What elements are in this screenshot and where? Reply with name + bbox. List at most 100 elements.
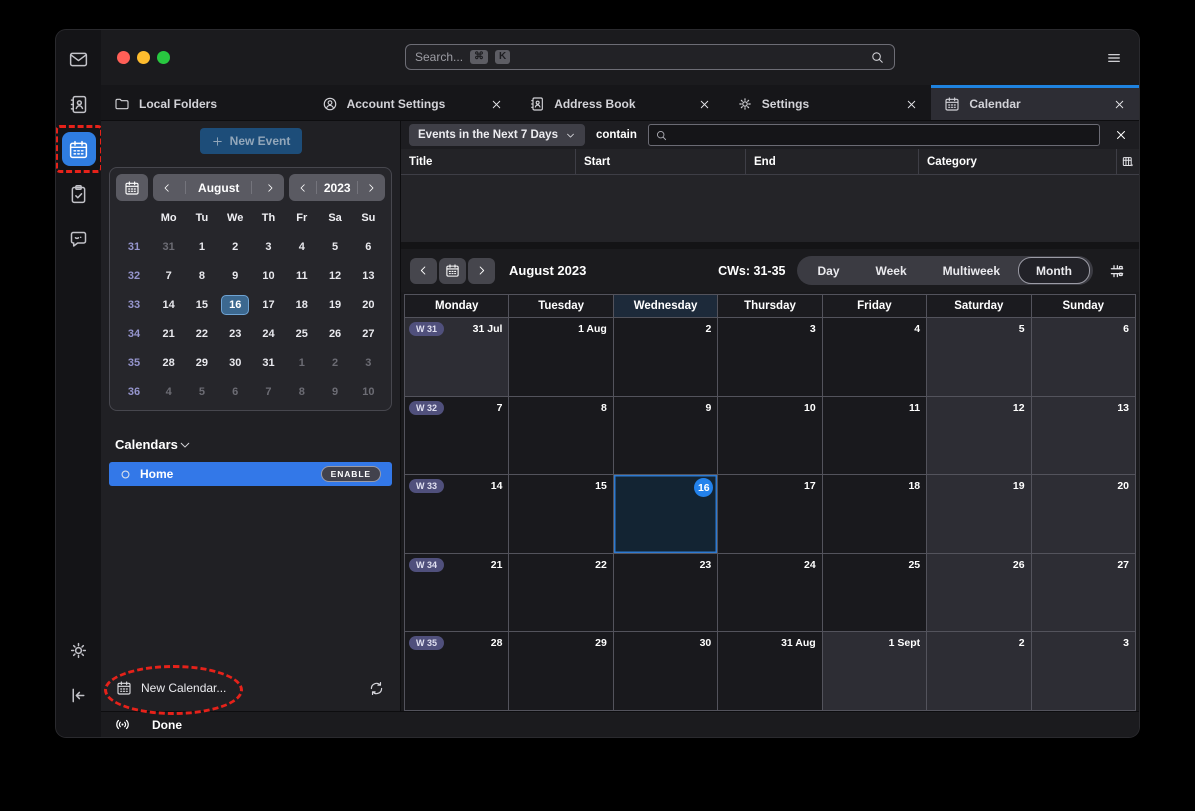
mini-cal-selected-day[interactable]: 16 <box>221 295 249 315</box>
mini-cal-day[interactable]: 27 <box>352 319 385 348</box>
month-cell[interactable]: 9 <box>614 397 717 475</box>
mini-cal-day[interactable]: 4 <box>285 232 318 261</box>
mini-cal-day[interactable]: 10 <box>252 261 285 290</box>
space-button-mail[interactable] <box>62 42 96 76</box>
new-event-button[interactable]: New Event <box>200 128 302 154</box>
mini-cal-day[interactable]: 7 <box>252 377 285 406</box>
month-cell[interactable]: 29 <box>509 632 612 710</box>
mini-cal-day[interactable]: 1 <box>285 348 318 377</box>
column-picker-button[interactable] <box>1117 149 1139 174</box>
clear-filter-button[interactable] <box>1114 128 1128 142</box>
mini-cal-day[interactable]: 4 <box>152 377 185 406</box>
month-cell[interactable]: 30 <box>614 632 717 710</box>
tab-calendar[interactable]: Calendar <box>931 85 1139 120</box>
enable-badge[interactable]: ENABLE <box>321 466 381 482</box>
mini-cal-day[interactable]: 6 <box>219 377 252 406</box>
mini-cal-day[interactable]: 16 <box>219 290 252 319</box>
mini-cal-day[interactable]: 26 <box>318 319 351 348</box>
week-number-badge[interactable]: W 34 <box>409 558 444 572</box>
week-number-badge[interactable]: W 33 <box>409 479 444 493</box>
month-cell[interactable]: 18 <box>823 475 926 553</box>
month-cell[interactable]: 2 <box>614 318 717 396</box>
tab-account-settings[interactable]: Account Settings <box>309 85 517 120</box>
space-button-calendar[interactable] <box>62 132 96 166</box>
next-year-button[interactable] <box>365 182 377 194</box>
month-cell[interactable]: W 3131 Jul <box>405 318 508 396</box>
close-tab-button[interactable] <box>698 98 711 111</box>
month-cell[interactable]: 19 <box>927 475 1030 553</box>
month-cell[interactable]: 27 <box>1032 554 1135 632</box>
month-cell[interactable]: 24 <box>718 554 821 632</box>
global-search-input[interactable]: Search... ⌘ K <box>405 44 895 70</box>
view-tab-week[interactable]: Week <box>858 257 925 284</box>
month-cell[interactable]: 25 <box>823 554 926 632</box>
month-cell[interactable]: 22 <box>509 554 612 632</box>
mini-cal-day[interactable]: 9 <box>219 261 252 290</box>
mini-cal-day[interactable]: 31 <box>252 348 285 377</box>
mini-cal-day[interactable]: 29 <box>185 348 218 377</box>
month-cell[interactable]: 2 <box>927 632 1030 710</box>
tab-settings[interactable]: Settings <box>724 85 932 120</box>
mini-cal-day[interactable]: 20 <box>352 290 385 319</box>
mini-cal-day[interactable]: 22 <box>185 319 218 348</box>
mini-cal-day[interactable]: 21 <box>152 319 185 348</box>
mini-cal-day[interactable]: 3 <box>252 232 285 261</box>
minimize-window-button[interactable] <box>137 51 150 64</box>
mini-cal-day[interactable]: 15 <box>185 290 218 319</box>
month-cell[interactable]: 17 <box>718 475 821 553</box>
mini-calendar-today-button[interactable] <box>116 174 148 201</box>
close-tab-button[interactable] <box>1113 98 1126 111</box>
previous-year-button[interactable] <box>297 182 309 194</box>
mini-cal-day[interactable]: 30 <box>219 348 252 377</box>
mini-cal-day[interactable]: 8 <box>185 261 218 290</box>
month-cell[interactable]: W 3314 <box>405 475 508 553</box>
column-header-start[interactable]: Start <box>576 149 746 174</box>
month-cell[interactable]: 23 <box>614 554 717 632</box>
month-cell[interactable]: 15 <box>509 475 612 553</box>
mini-cal-day[interactable]: 6 <box>352 232 385 261</box>
mini-cal-day[interactable]: 17 <box>252 290 285 319</box>
month-cell[interactable]: 1 Sept <box>823 632 926 710</box>
synchronize-button[interactable] <box>368 680 385 697</box>
calendars-section-header[interactable]: Calendars <box>115 437 386 452</box>
month-cell-today[interactable]: 16 <box>614 475 717 553</box>
space-button-tasks[interactable] <box>62 177 96 211</box>
mini-cal-day[interactable]: 7 <box>152 261 185 290</box>
month-cell[interactable]: 5 <box>927 318 1030 396</box>
space-button-settings-gear[interactable] <box>62 633 96 667</box>
close-tab-button[interactable] <box>905 98 918 111</box>
close-window-button[interactable] <box>117 51 130 64</box>
view-tab-multiweek[interactable]: Multiweek <box>925 257 1018 284</box>
month-cell[interactable]: 13 <box>1032 397 1135 475</box>
calendar-list-item-home[interactable]: Home ENABLE <box>109 462 392 486</box>
column-header-title[interactable]: Title <box>401 149 576 174</box>
week-number-badge[interactable]: W 35 <box>409 636 444 650</box>
mini-cal-day[interactable]: 10 <box>352 377 385 406</box>
month-cell[interactable]: 31 Aug <box>718 632 821 710</box>
mini-cal-day[interactable]: 24 <box>252 319 285 348</box>
new-calendar-button[interactable]: New Calendar... <box>116 680 226 696</box>
mini-cal-day[interactable]: 11 <box>285 261 318 290</box>
tab-address-book[interactable]: Address Book <box>516 85 724 120</box>
space-button-chat[interactable] <box>62 222 96 256</box>
mini-cal-day[interactable]: 23 <box>219 319 252 348</box>
month-cell[interactable]: W 327 <box>405 397 508 475</box>
mini-cal-day[interactable]: 31 <box>152 232 185 261</box>
mini-cal-day[interactable]: 12 <box>318 261 351 290</box>
month-cell[interactable]: W 3528 <box>405 632 508 710</box>
event-filter-dropdown[interactable]: Events in the Next 7 Days <box>409 124 585 146</box>
month-cell[interactable]: 10 <box>718 397 821 475</box>
event-search-input[interactable] <box>648 124 1100 146</box>
week-number-badge[interactable]: W 32 <box>409 401 444 415</box>
month-cell[interactable]: 20 <box>1032 475 1135 553</box>
mini-cal-day[interactable]: 19 <box>318 290 351 319</box>
mini-cal-day[interactable]: 9 <box>318 377 351 406</box>
mini-cal-day[interactable]: 2 <box>318 348 351 377</box>
mini-cal-day[interactable]: 14 <box>152 290 185 319</box>
space-button-collapse[interactable] <box>62 678 96 712</box>
mini-cal-day[interactable]: 25 <box>285 319 318 348</box>
month-cell[interactable]: 3 <box>718 318 821 396</box>
column-header-category[interactable]: Category <box>919 149 1117 174</box>
next-period-button[interactable] <box>468 258 495 284</box>
column-header-end[interactable]: End <box>746 149 919 174</box>
